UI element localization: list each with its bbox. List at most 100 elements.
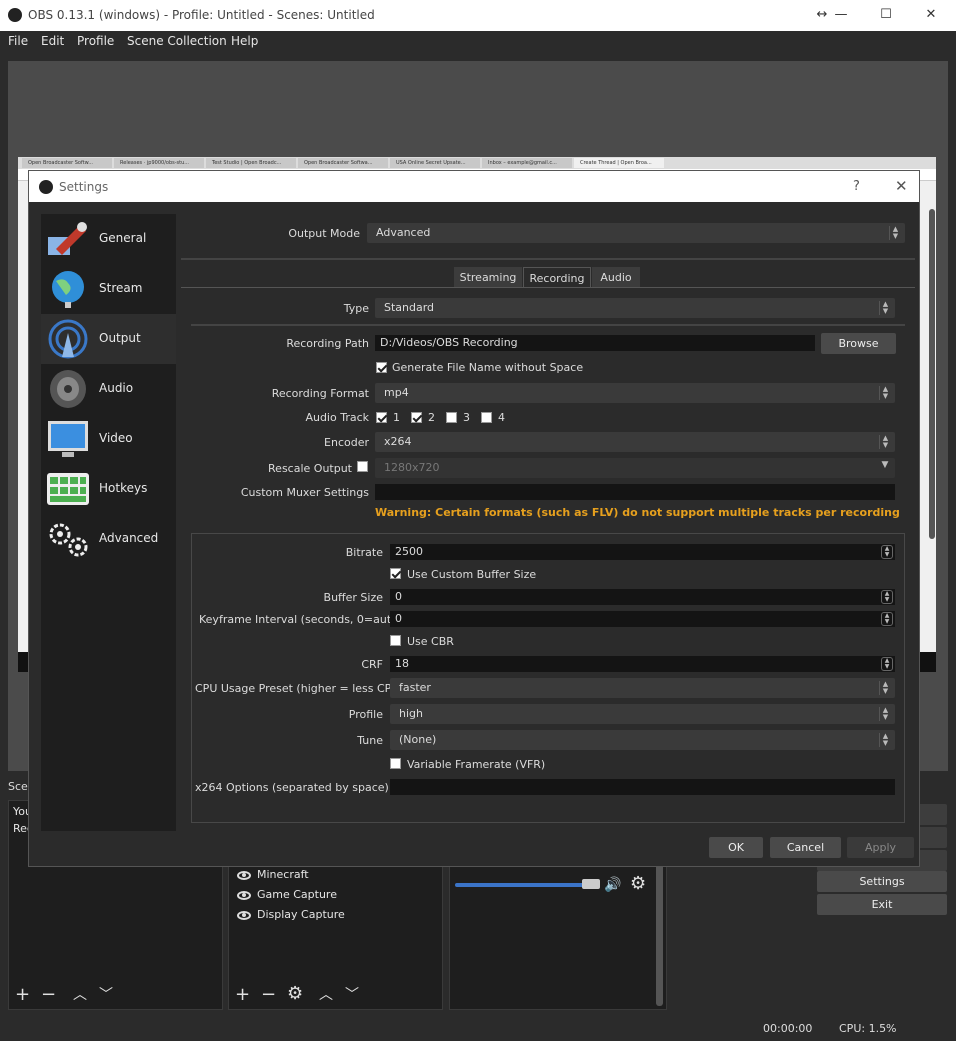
tab-recording[interactable]: Recording	[523, 267, 591, 288]
close-window-button[interactable]: ✕	[916, 4, 946, 26]
cpu-preset-select[interactable]: faster ▲ ▼	[390, 678, 895, 698]
volume-slider[interactable]	[455, 883, 595, 887]
output-mode-select[interactable]: Advanced ▲ ▼	[367, 223, 905, 243]
tune-select[interactable]: (None) ▲ ▼	[390, 730, 895, 750]
keyframe-interval-input[interactable]: 0 ▲ ▼	[390, 611, 895, 627]
recording-path-input[interactable]: D:/Videos/OBS Recording	[375, 335, 815, 351]
close-dialog-button[interactable]: ✕	[895, 177, 908, 195]
chevron-updown-icon: ▲ ▼	[879, 435, 891, 449]
sidebar-item-stream[interactable]: Stream	[41, 264, 176, 314]
bitrate-label: Bitrate	[345, 546, 383, 559]
recording-format-select[interactable]: mp4 ▲ ▼	[375, 383, 895, 403]
gen-filename-checkbox[interactable]	[376, 362, 387, 373]
source-item[interactable]: Display Capture	[237, 908, 345, 921]
rescale-value: 1280x720	[384, 461, 440, 474]
custom-buffer-label: Use Custom Buffer Size	[407, 568, 537, 581]
type-select[interactable]: Standard ▲ ▼	[375, 298, 895, 318]
audio-track-2-checkbox[interactable]	[411, 412, 422, 423]
type-label: Type	[343, 302, 369, 315]
exit-button[interactable]: Exit	[817, 894, 947, 915]
move-up-icon[interactable]: ︿	[319, 986, 333, 1004]
mixer-scrollbar[interactable]	[656, 861, 663, 1006]
menu-profile[interactable]: Profile	[77, 34, 114, 48]
apply-button[interactable]: Apply	[847, 837, 914, 858]
tab-audio[interactable]: Audio	[592, 267, 640, 288]
x264-options-input[interactable]	[390, 779, 895, 795]
browser-tab: Create Thread | Open Broa...	[574, 158, 664, 168]
chevron-updown-icon: ▲ ▼	[879, 386, 891, 400]
speaker-icon[interactable]: 🔊	[604, 876, 621, 894]
spinner-icon[interactable]: ▲ ▼	[881, 545, 893, 559]
crf-input[interactable]: 18 ▲ ▼	[390, 656, 895, 672]
rescale-output-checkbox[interactable]	[357, 461, 368, 472]
maximize-button[interactable]: ☐	[871, 4, 901, 26]
use-cbr-label: Use CBR	[407, 635, 454, 648]
source-item[interactable]: Minecraft	[237, 868, 309, 881]
source-item[interactable]: Game Capture	[237, 888, 337, 901]
sidebar-item-output[interactable]: Output	[41, 314, 176, 364]
keyframe-interval-label: Keyframe Interval (seconds, 0=auto)	[199, 613, 403, 626]
browser-tab: Open Broadcaster Softwa...	[298, 158, 388, 168]
settings-dialog: Settings ? ✕ General Stream Output Audio…	[28, 170, 935, 867]
bitrate-input[interactable]: 2500 ▲ ▼	[390, 544, 895, 560]
audio-track-4-checkbox[interactable]	[481, 412, 492, 423]
gear-icon[interactable]: ⚙	[630, 875, 646, 893]
audio-track-1-checkbox[interactable]	[376, 412, 387, 423]
browser-tab: USA Online Secret Upsate...	[390, 158, 480, 168]
keyboard-icon	[47, 473, 89, 505]
gear-icon[interactable]: ⚙	[287, 985, 303, 1003]
vfr-checkbox[interactable]	[390, 758, 401, 769]
remove-icon[interactable]: −	[261, 986, 276, 1004]
sidebar-item-general[interactable]: General	[41, 214, 176, 264]
spinner-icon[interactable]: ▲ ▼	[881, 657, 893, 671]
audio-track-4-label: 4	[498, 411, 505, 424]
custom-buffer-checkbox[interactable]	[390, 568, 401, 579]
rescale-select[interactable]: 1280x720 ▼	[375, 458, 895, 478]
source-label: Game Capture	[257, 888, 337, 901]
use-cbr-checkbox[interactable]	[390, 635, 401, 646]
eye-icon[interactable]	[237, 910, 251, 920]
globe-icon	[52, 271, 84, 308]
remove-icon[interactable]: −	[41, 986, 56, 1004]
cancel-button[interactable]: Cancel	[770, 837, 841, 858]
vfr-label: Variable Framerate (VFR)	[407, 758, 546, 771]
divider	[181, 287, 915, 288]
sidebar-item-audio[interactable]: Audio	[41, 364, 176, 414]
audio-track-3-checkbox[interactable]	[446, 412, 457, 423]
help-button[interactable]: ?	[853, 179, 860, 194]
browser-tab: Test Studio | Open Broadc...	[206, 158, 296, 168]
encoder-select[interactable]: x264 ▲ ▼	[375, 432, 895, 452]
multi-track-warning: Warning: Certain formats (such as FLV) d…	[375, 506, 900, 519]
profile-select[interactable]: high ▲ ▼	[390, 704, 895, 724]
audio-track-1-label: 1	[393, 411, 400, 424]
eye-icon[interactable]	[237, 870, 251, 880]
window-title: OBS 0.13.1 (windows) - Profile: Untitled…	[28, 8, 375, 22]
add-icon[interactable]: +	[235, 986, 250, 1004]
settings-scrollbar[interactable]	[929, 209, 935, 539]
custom-muxer-input[interactable]	[375, 484, 895, 500]
menu-help[interactable]: Help	[231, 34, 258, 48]
move-up-icon[interactable]: ︿	[73, 986, 87, 1004]
move-down-icon[interactable]: ﹀	[345, 986, 359, 1004]
spinner-icon[interactable]: ▲ ▼	[881, 612, 893, 626]
sidebar-item-advanced[interactable]: Advanced	[41, 514, 176, 564]
spinner-icon[interactable]: ▲ ▼	[881, 590, 893, 604]
sidebar-label: Advanced	[99, 531, 159, 545]
menu-scene-collection[interactable]: Scene Collection	[127, 34, 227, 48]
sidebar-item-video[interactable]: Video	[41, 414, 176, 464]
monitor-icon	[48, 421, 88, 457]
menu-file[interactable]: File	[8, 34, 28, 48]
buffer-size-label: Buffer Size	[323, 591, 383, 604]
minimize-button[interactable]: —	[826, 4, 856, 26]
menu-edit[interactable]: Edit	[41, 34, 64, 48]
move-down-icon[interactable]: ﹀	[99, 986, 113, 1004]
volume-slider-handle[interactable]	[582, 879, 600, 889]
ok-button[interactable]: OK	[709, 837, 763, 858]
settings-button[interactable]: Settings	[817, 871, 947, 892]
add-icon[interactable]: +	[15, 986, 30, 1004]
buffer-size-input[interactable]: 0 ▲ ▼	[390, 589, 895, 605]
eye-icon[interactable]	[237, 890, 251, 900]
sidebar-item-hotkeys[interactable]: Hotkeys	[41, 464, 176, 514]
browse-button[interactable]: Browse	[821, 333, 896, 354]
tab-streaming[interactable]: Streaming	[454, 267, 522, 288]
